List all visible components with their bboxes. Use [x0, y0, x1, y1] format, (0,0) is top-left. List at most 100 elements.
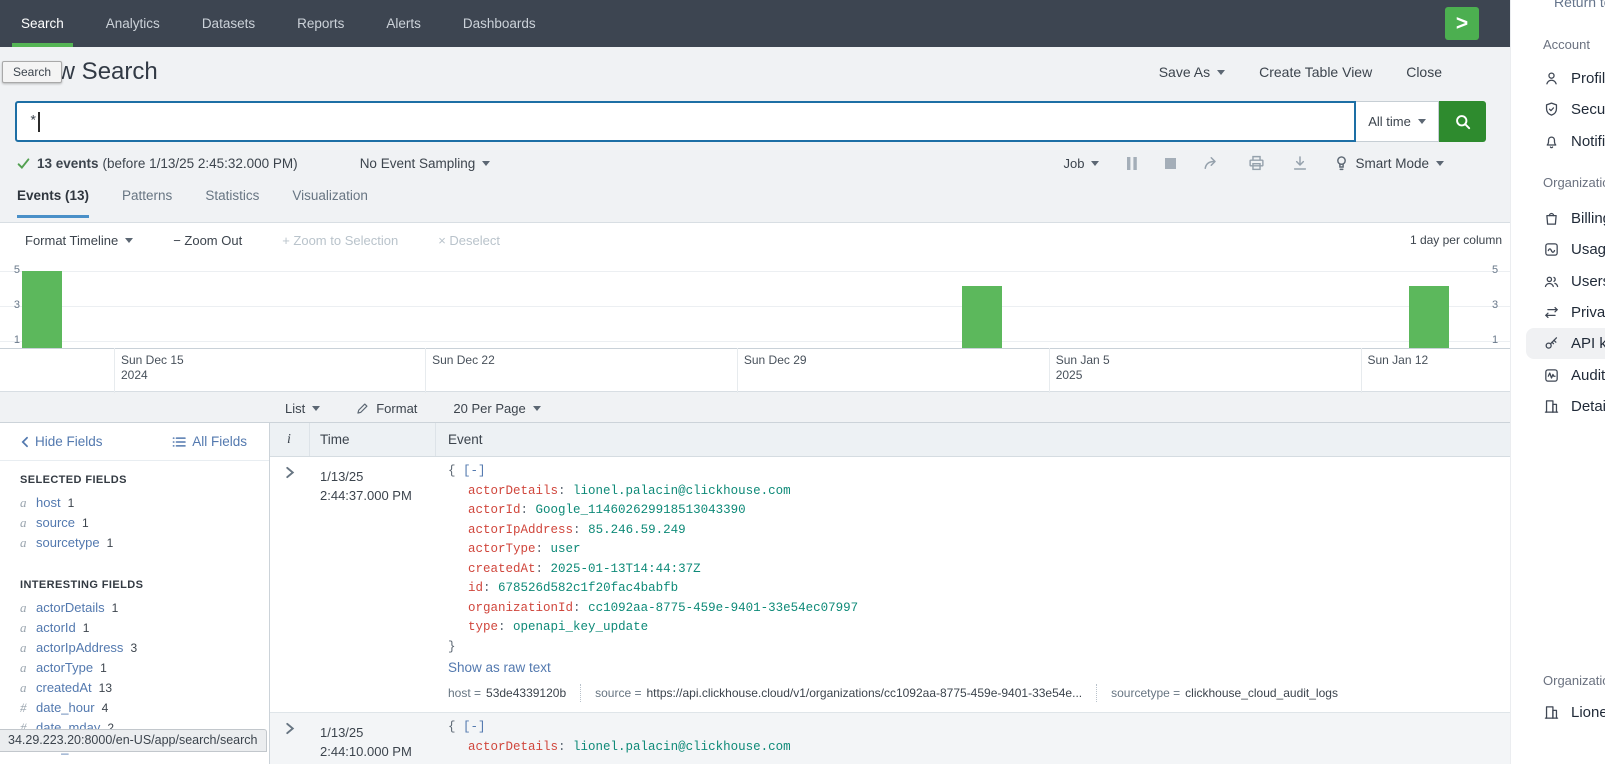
menu-item-audit[interactable]: Audit: [1511, 359, 1605, 390]
field-item-actorDetails[interactable]: a actorDetails 1: [20, 598, 269, 618]
timeline-plot[interactable]: 5 3 1 5 3 1: [0, 258, 1510, 349]
meta-sourcetype[interactable]: sourcetype = clickhouse_cloud_audit_logs: [1096, 684, 1352, 702]
menu-item-usage[interactable]: Usage: [1511, 234, 1605, 265]
json-collapse-toggle[interactable]: [-]: [463, 720, 486, 734]
meta-host[interactable]: host = 53de4339120b: [448, 684, 580, 702]
nav-tab-datasets[interactable]: Datasets: [181, 0, 276, 47]
field-item-createdAt[interactable]: a createdAt 13: [20, 678, 269, 698]
deselect-button[interactable]: × Deselect: [438, 233, 500, 248]
menu-item-details[interactable]: Details: [1511, 391, 1605, 422]
event-sampling-dropdown[interactable]: No Event Sampling: [360, 156, 491, 171]
job-menu[interactable]: Job: [1064, 156, 1100, 171]
return-link[interactable]: Return to: [1554, 0, 1605, 10]
json-value[interactable]: lionel.palacin@clickhouse.com: [573, 484, 791, 498]
nav-tab-analytics[interactable]: Analytics: [85, 0, 181, 47]
json-key[interactable]: actorType: [468, 542, 536, 556]
json-value[interactable]: Google_114602629918513043390: [536, 503, 746, 517]
tab-events[interactable]: Events (13): [17, 188, 89, 218]
json-value[interactable]: user: [551, 542, 581, 556]
format-timeline-dropdown[interactable]: Format Timeline: [25, 233, 133, 248]
share-button[interactable]: [1203, 155, 1221, 171]
nav-tab-reports[interactable]: Reports: [276, 0, 365, 47]
json-key[interactable]: organizationId: [468, 601, 573, 615]
field-item-sourcetype[interactable]: a sourcetype 1: [20, 533, 269, 553]
format-results-button[interactable]: Format: [356, 401, 417, 416]
menu-item-api-keys[interactable]: API keys: [1526, 328, 1605, 359]
search-input[interactable]: *: [15, 101, 1356, 142]
field-link[interactable]: source: [36, 513, 75, 533]
json-value[interactable]: cc1092aa-8775-459e-9401-33e54ec07997: [588, 601, 858, 615]
menu-item-security[interactable]: Security: [1511, 94, 1605, 125]
menu-item-organization-lionel[interactable]: Lionel: [1511, 697, 1605, 728]
search-tooltip: Search: [2, 61, 62, 83]
stop-button[interactable]: [1165, 158, 1176, 169]
json-value[interactable]: 85.246.59.249: [588, 523, 686, 537]
field-link[interactable]: actorType: [36, 658, 93, 678]
print-button[interactable]: [1248, 155, 1265, 171]
field-item-host[interactable]: a host 1: [20, 493, 269, 513]
json-key[interactable]: actorIpAddress: [468, 523, 573, 537]
timeline-bar[interactable]: [1409, 286, 1449, 348]
splunk-logo-icon[interactable]: >: [1445, 7, 1479, 40]
close-button[interactable]: Close: [1406, 64, 1442, 80]
list-view-dropdown[interactable]: List: [285, 401, 320, 416]
json-key[interactable]: actorDetails: [468, 484, 558, 498]
field-link[interactable]: actorDetails: [36, 598, 105, 618]
expand-chevron-icon[interactable]: [285, 466, 295, 479]
field-item-source[interactable]: a source 1: [20, 513, 269, 533]
hide-fields-link[interactable]: Hide Fields: [20, 434, 103, 449]
save-as-button[interactable]: Save As: [1159, 64, 1225, 80]
field-link[interactable]: createdAt: [36, 678, 92, 698]
field-item-actorId[interactable]: a actorId 1: [20, 618, 269, 638]
json-value[interactable]: lionel.palacin@clickhouse.com: [573, 740, 791, 754]
per-page-label: 20 Per Page: [453, 401, 525, 416]
json-key[interactable]: actorDetails: [468, 740, 558, 754]
menu-item-private[interactable]: Private: [1511, 297, 1605, 328]
meta-source[interactable]: source = https://api.clickhouse.cloud/v1…: [580, 684, 1096, 702]
json-key[interactable]: createdAt: [468, 562, 536, 576]
json-value[interactable]: 678526d582c1f20fac4babfb: [498, 581, 678, 595]
nav-tab-dashboards[interactable]: Dashboards: [442, 0, 557, 47]
search-submit-button[interactable]: [1439, 101, 1486, 142]
menu-item-notifications[interactable]: Notifications: [1511, 126, 1605, 157]
json-value[interactable]: openapi_key_update: [513, 620, 648, 634]
zoom-out-button[interactable]: − Zoom Out: [173, 233, 242, 248]
time-range-picker[interactable]: All time: [1356, 101, 1439, 142]
tab-visualization[interactable]: Visualization: [292, 188, 368, 218]
menu-item-billing[interactable]: Billing: [1511, 203, 1605, 234]
json-key[interactable]: id: [468, 581, 483, 595]
field-item-date_hour[interactable]: # date_hour 4: [20, 698, 269, 718]
json-value[interactable]: 2025-01-13T14:44:37Z: [551, 562, 701, 576]
expand-chevron-icon[interactable]: [285, 722, 295, 735]
field-type-prefix: a: [20, 618, 29, 638]
organization-section-title: Organization: [1543, 175, 1605, 190]
tab-patterns[interactable]: Patterns: [122, 188, 172, 218]
tab-statistics[interactable]: Statistics: [205, 188, 259, 218]
search-mode-dropdown[interactable]: Smart Mode: [1335, 155, 1444, 171]
export-button[interactable]: [1292, 155, 1308, 171]
field-item-actorIpAddress[interactable]: a actorIpAddress 3: [20, 638, 269, 658]
json-collapse-toggle[interactable]: [-]: [463, 464, 486, 478]
all-fields-link[interactable]: All Fields: [172, 434, 247, 449]
menu-item-users[interactable]: Users: [1511, 266, 1605, 297]
nav-tab-search[interactable]: Search: [0, 0, 85, 47]
field-item-actorType[interactable]: a actorType 1: [20, 658, 269, 678]
field-link[interactable]: date_hour: [36, 698, 95, 718]
timeline-bar[interactable]: [22, 271, 62, 349]
timeline-bar[interactable]: [962, 286, 1002, 348]
per-page-dropdown[interactable]: 20 Per Page: [453, 401, 540, 416]
show-raw-text-link[interactable]: Show as raw text: [448, 660, 551, 675]
field-link[interactable]: host: [36, 493, 61, 513]
pause-button[interactable]: [1126, 157, 1138, 170]
zoom-to-selection-button[interactable]: + Zoom to Selection: [282, 233, 398, 248]
create-table-view-button[interactable]: Create Table View: [1259, 64, 1372, 80]
json-key[interactable]: type: [468, 620, 498, 634]
menu-item-profile[interactable]: Profile: [1511, 63, 1605, 94]
json-key[interactable]: actorId: [468, 503, 521, 517]
event-count: 13 events: [37, 156, 99, 171]
field-link[interactable]: actorIpAddress: [36, 638, 123, 658]
field-link[interactable]: actorId: [36, 618, 76, 638]
field-link[interactable]: sourcetype: [36, 533, 100, 553]
json-colon: :: [536, 562, 544, 576]
nav-tab-alerts[interactable]: Alerts: [365, 0, 442, 47]
